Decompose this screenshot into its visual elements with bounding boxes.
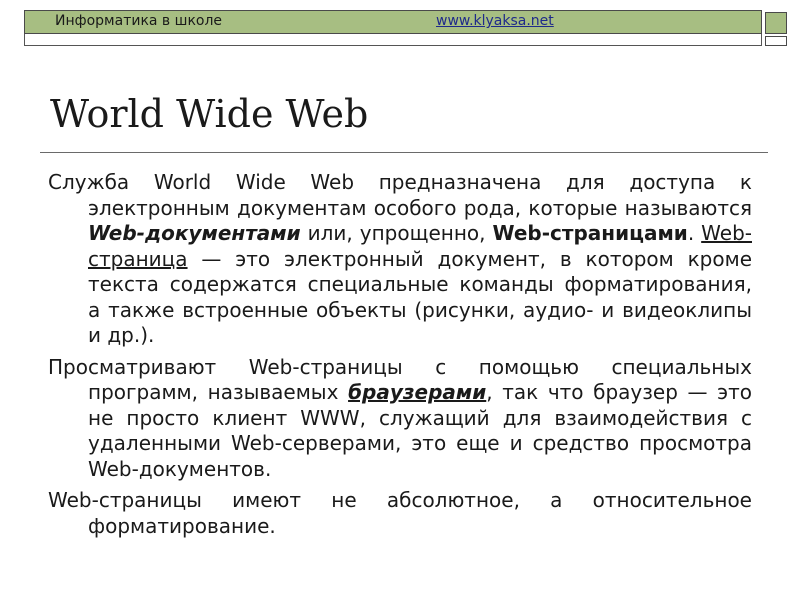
paragraph-formatting: Web-страницы имеют не абсолютное, а отно… — [48, 488, 752, 539]
term-web-documents: Web-документами — [88, 221, 301, 245]
corner-decoration — [765, 12, 787, 34]
text-run: или, упрощенно, — [300, 221, 493, 245]
paragraph-www-service: Служба World Wide Web предназначена для … — [48, 170, 752, 349]
site-url-link[interactable]: www.klyaksa.net — [436, 13, 554, 29]
text-run: Web-страницы имеют не абсолютное, а отно… — [48, 488, 752, 538]
site-name: Информатика в школе — [55, 13, 223, 29]
text-run: . — [687, 221, 702, 245]
text-run: — это электронный документ, в котором кр… — [88, 246, 752, 348]
term-browsers: браузерами — [348, 380, 487, 404]
slide-title: World Wide Web — [50, 92, 369, 136]
corner-decoration-lower — [765, 36, 787, 46]
paragraph-browsers: Просматривают Web-страницы с помощью спе… — [48, 355, 752, 483]
header-bar: Информатика в школе www.klyaksa.net — [24, 10, 762, 34]
slide-content: Служба World Wide Web предназначена для … — [48, 170, 752, 545]
text-run: Служба World Wide Web предназначена для … — [48, 170, 752, 220]
title-divider — [40, 152, 768, 153]
term-web-pages: Web-страницами — [492, 221, 688, 245]
